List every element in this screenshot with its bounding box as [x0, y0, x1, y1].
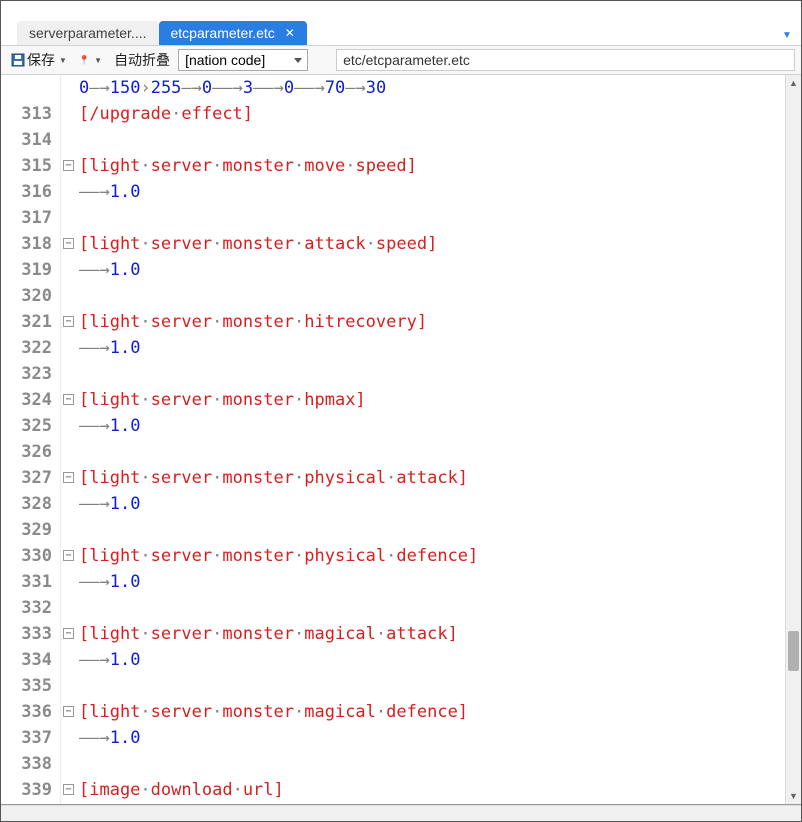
- auto-fold-label: 自动折叠: [114, 50, 170, 70]
- line-number-gutter: 3133143153163173183193203213223233243253…: [1, 75, 61, 804]
- scrollbar-thumb[interactable]: [788, 631, 799, 671]
- line-number: 323: [1, 361, 52, 387]
- code-line[interactable]: [79, 127, 801, 153]
- fold-toggle-icon[interactable]: [63, 472, 74, 483]
- line-number: 320: [1, 283, 52, 309]
- code-line[interactable]: [79, 751, 801, 777]
- line-number: 339: [1, 777, 52, 803]
- code-line[interactable]: [79, 439, 801, 465]
- save-label: 保存: [27, 50, 55, 70]
- line-number: 330: [1, 543, 52, 569]
- toolbar-icon-button[interactable]: 📍 ▼: [75, 53, 106, 68]
- code-line[interactable]: ——→1.0: [79, 491, 801, 517]
- tab-overflow-button[interactable]: ▼: [777, 25, 797, 45]
- close-icon[interactable]: ✕: [285, 26, 295, 40]
- fold-toggle-icon[interactable]: [63, 394, 74, 405]
- code-line[interactable]: ——→1.0: [79, 725, 801, 751]
- combo-value: [nation code]: [185, 52, 265, 68]
- line-number: 317: [1, 205, 52, 231]
- line-number: 313: [1, 101, 52, 127]
- line-number: 321: [1, 309, 52, 335]
- nation-code-combo[interactable]: [nation code]: [178, 49, 308, 71]
- line-number: 334: [1, 647, 52, 673]
- tab-serverparameter[interactable]: serverparameter....: [17, 21, 159, 45]
- line-number: 322: [1, 335, 52, 361]
- code-line[interactable]: ——→1.0: [79, 257, 801, 283]
- code-line[interactable]: [light·server·monster·magical·attack]: [79, 621, 801, 647]
- code-line[interactable]: [light·server·monster·physical·defence]: [79, 543, 801, 569]
- auto-fold-button[interactable]: 自动折叠: [110, 48, 174, 72]
- line-number: 318: [1, 231, 52, 257]
- save-icon: [11, 53, 25, 67]
- scroll-down-icon[interactable]: ▼: [786, 788, 801, 804]
- fold-toggle-icon[interactable]: [63, 628, 74, 639]
- tab-bar: serverparameter.... etcparameter.etc ✕ ▼: [1, 17, 801, 45]
- vertical-scrollbar[interactable]: ▲ ▼: [785, 75, 801, 804]
- line-number: 328: [1, 491, 52, 517]
- tab-label: serverparameter....: [29, 25, 147, 41]
- fold-toggle-icon[interactable]: [63, 160, 74, 171]
- code-line[interactable]: [light·server·monster·move·speed]: [79, 153, 801, 179]
- scroll-up-icon[interactable]: ▲: [786, 75, 801, 91]
- code-line[interactable]: [79, 283, 801, 309]
- line-number: 329: [1, 517, 52, 543]
- line-number: 332: [1, 595, 52, 621]
- chevron-down-icon: ▼: [94, 56, 102, 65]
- toolbar: 保存 ▼ 📍 ▼ 自动折叠 [nation code] etc/etcparam…: [1, 45, 801, 75]
- line-number: 337: [1, 725, 52, 751]
- horizontal-scrollbar[interactable]: [1, 805, 801, 821]
- code-line[interactable]: [79, 673, 801, 699]
- code-line[interactable]: ——→1.0: [79, 179, 801, 205]
- line-number: 336: [1, 699, 52, 725]
- code-line[interactable]: [/upgrade·effect]: [79, 101, 801, 127]
- code-line[interactable]: [79, 205, 801, 231]
- code-line[interactable]: ——→1.0: [79, 647, 801, 673]
- line-number: [1, 75, 52, 101]
- code-content[interactable]: 0—→150›255—→0——→3——→0——→70—→30[/upgrade·…: [79, 75, 801, 804]
- line-number: 314: [1, 127, 52, 153]
- line-number: 319: [1, 257, 52, 283]
- line-number: 333: [1, 621, 52, 647]
- code-line[interactable]: [light·server·monster·magical·defence]: [79, 699, 801, 725]
- tab-label: etcparameter.etc: [171, 25, 275, 41]
- fold-column: [61, 75, 79, 803]
- line-number: 324: [1, 387, 52, 413]
- code-line[interactable]: 0—→150›255—→0——→3——→0——→70—→30: [79, 75, 801, 101]
- fold-toggle-icon[interactable]: [63, 784, 74, 795]
- add-tab-button[interactable]: [315, 27, 331, 45]
- code-line[interactable]: [light·server·monster·physical·attack]: [79, 465, 801, 491]
- save-button[interactable]: 保存 ▼: [7, 48, 71, 72]
- line-number: 327: [1, 465, 52, 491]
- line-number: 335: [1, 673, 52, 699]
- line-number: 325: [1, 413, 52, 439]
- chevron-down-icon: ▼: [59, 56, 67, 65]
- pin-icon: 📍: [79, 55, 90, 66]
- code-line[interactable]: [light·server·monster·hpmax]: [79, 387, 801, 413]
- tab-etcparameter[interactable]: etcparameter.etc ✕: [159, 21, 307, 45]
- fold-toggle-icon[interactable]: [63, 706, 74, 717]
- code-line[interactable]: ——→1.0: [79, 413, 801, 439]
- fold-toggle-icon[interactable]: [63, 238, 74, 249]
- editor-area: 3133143153163173183193203213223233243253…: [1, 75, 801, 805]
- line-number: 326: [1, 439, 52, 465]
- fold-toggle-icon[interactable]: [63, 316, 74, 327]
- code-line[interactable]: [79, 595, 801, 621]
- menu-bar-cut: [1, 1, 801, 17]
- code-line[interactable]: [light·server·monster·hitrecovery]: [79, 309, 801, 335]
- code-line[interactable]: [image·download·url]: [79, 777, 801, 803]
- line-number: 338: [1, 751, 52, 777]
- line-number: 316: [1, 179, 52, 205]
- code-editor[interactable]: 3133143153163173183193203213223233243253…: [1, 75, 801, 804]
- code-line[interactable]: [light·server·monster·attack·speed]: [79, 231, 801, 257]
- code-line[interactable]: ——→1.0: [79, 569, 801, 595]
- line-number: 331: [1, 569, 52, 595]
- path-value: etc/etcparameter.etc: [343, 52, 470, 68]
- code-line[interactable]: ——→1.0: [79, 335, 801, 361]
- file-path-input[interactable]: etc/etcparameter.etc: [336, 49, 795, 71]
- line-number: 315: [1, 153, 52, 179]
- code-line[interactable]: [79, 361, 801, 387]
- editor-window: serverparameter.... etcparameter.etc ✕ ▼…: [1, 1, 801, 821]
- code-line[interactable]: [79, 517, 801, 543]
- fold-toggle-icon[interactable]: [63, 550, 74, 561]
